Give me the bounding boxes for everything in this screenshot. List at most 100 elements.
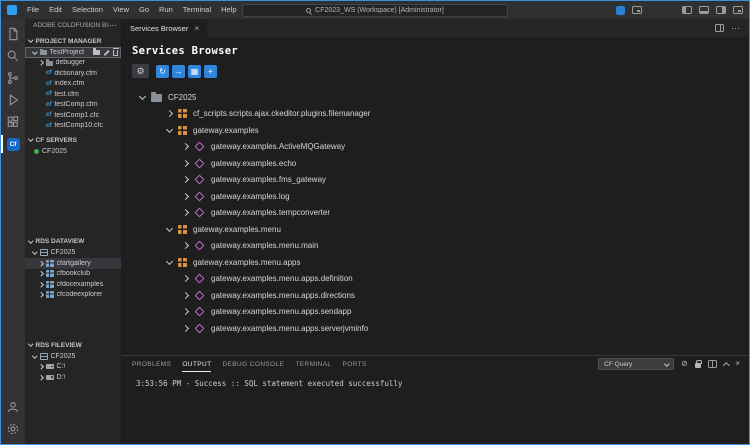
tree-row[interactable]: gateway.examples.menu.apps.definition <box>122 271 749 288</box>
menu-item[interactable]: Selection <box>67 1 108 19</box>
sidebar: ADOBE COLDFUSION BUIL... ⋯ PROJECT MANAG… <box>25 19 122 444</box>
panel-tab[interactable]: PROBLEMS <box>132 357 171 372</box>
chevron-right-icon[interactable] <box>182 275 189 282</box>
add-button[interactable]: + <box>204 65 217 78</box>
source-control-icon[interactable] <box>1 67 25 89</box>
close-panel-icon[interactable]: × <box>735 360 740 368</box>
chevron-down-icon[interactable] <box>166 126 173 133</box>
tree-row[interactable]: gateway.examples.menu.apps.directions <box>122 287 749 304</box>
chevron-right-icon[interactable] <box>182 176 189 183</box>
panel-tab[interactable]: OUTPUT <box>182 357 211 372</box>
project-item-row[interactable]: cf testComp.cfm <box>25 100 121 111</box>
tree-row[interactable]: gateway.examples <box>122 122 749 139</box>
menu-item[interactable]: File <box>22 1 44 19</box>
coldfusion-view-icon[interactable]: Cf <box>1 133 25 155</box>
tree-row[interactable]: gateway.examples.echo <box>122 155 749 172</box>
tree-row[interactable]: gateway.examples.menu.main <box>122 238 749 255</box>
edit-icon[interactable] <box>103 49 109 55</box>
panel-tab[interactable]: PORTS <box>342 357 366 372</box>
drive-row[interactable]: D:\ <box>25 372 121 383</box>
toggle-panel-icon[interactable] <box>699 6 709 14</box>
maximize-panel-icon[interactable] <box>723 362 729 368</box>
tree-row[interactable]: gateway.examples.menu.apps.sendapp <box>122 304 749 321</box>
menu-item[interactable]: Help <box>216 1 241 19</box>
chevron-right-icon[interactable] <box>182 242 189 249</box>
chevron-right-icon[interactable] <box>182 160 189 167</box>
project-item-row[interactable]: cf testComp1.cfc <box>25 110 121 121</box>
accounts-icon[interactable] <box>1 396 25 418</box>
project-item-row[interactable]: cf testComp10.cfc <box>25 121 121 132</box>
tree-row[interactable]: gateway.examples.menu.apps.serverjvminfo <box>122 320 749 337</box>
chevron-down-icon[interactable] <box>139 93 146 100</box>
chevron-right-icon[interactable] <box>166 110 173 117</box>
grid-view-button[interactable]: ▦ <box>188 65 201 78</box>
tree-row[interactable]: gateway.examples.ActiveMQGateway <box>122 139 749 156</box>
toggle-sidebar-icon[interactable] <box>682 6 692 14</box>
chevron-right-icon[interactable] <box>182 308 189 315</box>
panel-tab-row: PROBLEMS OUTPUT DEBUG CONSOLE TERMINAL PORTS… <box>122 356 749 372</box>
menu-item[interactable]: Terminal <box>178 1 216 19</box>
tree-row[interactable]: gateway.examples.tempconverter <box>122 205 749 222</box>
new-folder-icon[interactable] <box>93 50 100 55</box>
clear-output-icon[interactable]: ⊘ <box>681 360 688 368</box>
tree-row[interactable]: gateway.examples.fms_gateway <box>122 172 749 189</box>
lock-icon[interactable] <box>695 363 701 368</box>
database-row[interactable]: cfartgallery <box>25 258 121 269</box>
output-channel-select[interactable]: CF Query <box>598 358 674 370</box>
window-title-search[interactable]: CF2023_WS (Workspace) [Administrator] <box>242 4 508 17</box>
delete-icon[interactable] <box>113 50 118 56</box>
tab-services-browser[interactable]: Services Browser × <box>122 19 207 37</box>
go-button[interactable]: → <box>172 65 185 78</box>
project-item-row[interactable]: cf index.cfm <box>25 79 121 90</box>
refresh-button[interactable]: ↻ <box>156 65 169 78</box>
menu-item[interactable]: Edit <box>44 1 67 19</box>
more-actions-icon[interactable]: ⋯ <box>731 23 740 34</box>
panel-tab[interactable]: DEBUG CONSOLE <box>222 357 284 372</box>
tree-row[interactable]: cf_scripts.scripts.ajax.ckeditor.plugins… <box>122 106 749 123</box>
project-manager-header[interactable]: PROJECT MANAGER <box>25 35 121 47</box>
tree-row[interactable]: gateway.examples.log <box>122 188 749 205</box>
rds-dataview-header[interactable]: RDS DATAVIEW <box>25 236 121 248</box>
close-icon[interactable]: × <box>194 24 199 32</box>
chevron-down-icon[interactable] <box>166 225 173 232</box>
database-row[interactable]: cfdocexamples <box>25 279 121 290</box>
explorer-icon[interactable] <box>1 23 25 45</box>
more-actions-icon[interactable]: ⋯ <box>109 22 117 30</box>
extensions-icon[interactable] <box>1 111 25 133</box>
database-row[interactable]: cfcodeexplorer <box>25 290 121 301</box>
settings-gear-icon[interactable] <box>1 418 25 440</box>
drive-row[interactable]: C:\ <box>25 362 121 373</box>
search-view-icon[interactable] <box>1 45 25 67</box>
run-debug-icon[interactable] <box>1 89 25 111</box>
wrench-button[interactable]: ⚙ <box>132 64 149 78</box>
chevron-right-icon[interactable] <box>182 209 189 216</box>
cf-server-row[interactable]: CF2025 <box>25 146 121 157</box>
customize-layout-icon[interactable] <box>733 6 743 14</box>
project-row[interactable]: TestProject <box>25 47 121 58</box>
chevron-right-icon[interactable] <box>182 193 189 200</box>
menu-item[interactable]: Run <box>154 1 178 19</box>
menu-item[interactable]: Go <box>134 1 154 19</box>
rds-server-row[interactable]: CF2025 <box>25 248 121 259</box>
chevron-right-icon[interactable] <box>182 325 189 332</box>
panel-tab[interactable]: TERMINAL <box>295 357 331 372</box>
chevron-right-icon[interactable] <box>182 143 189 150</box>
menu-item[interactable]: View <box>108 1 134 19</box>
extension-panel-icon[interactable] <box>632 6 642 14</box>
rds-fileview-header[interactable]: RDS FILEVIEW <box>25 339 121 351</box>
project-item-row[interactable]: cf dictionary.cfm <box>25 68 121 79</box>
project-item-row[interactable]: debugger <box>25 58 121 69</box>
cf-extension-icon[interactable] <box>616 6 625 15</box>
rds-server-row[interactable]: CF2025 <box>25 351 121 362</box>
chevron-down-icon[interactable] <box>166 258 173 265</box>
tree-row[interactable]: CF2025 <box>122 89 749 106</box>
toggle-secondary-sidebar-icon[interactable] <box>716 6 726 14</box>
tree-row[interactable]: gateway.examples.menu <box>122 221 749 238</box>
tree-row[interactable]: gateway.examples.menu.apps <box>122 254 749 271</box>
database-row[interactable]: cfbookclub <box>25 269 121 280</box>
split-editor-icon[interactable] <box>715 24 724 32</box>
cf-servers-header[interactable]: CF SERVERS <box>25 134 121 146</box>
split-panel-icon[interactable] <box>708 360 717 368</box>
chevron-right-icon[interactable] <box>182 292 189 299</box>
project-item-row[interactable]: cf test.cfm <box>25 89 121 100</box>
